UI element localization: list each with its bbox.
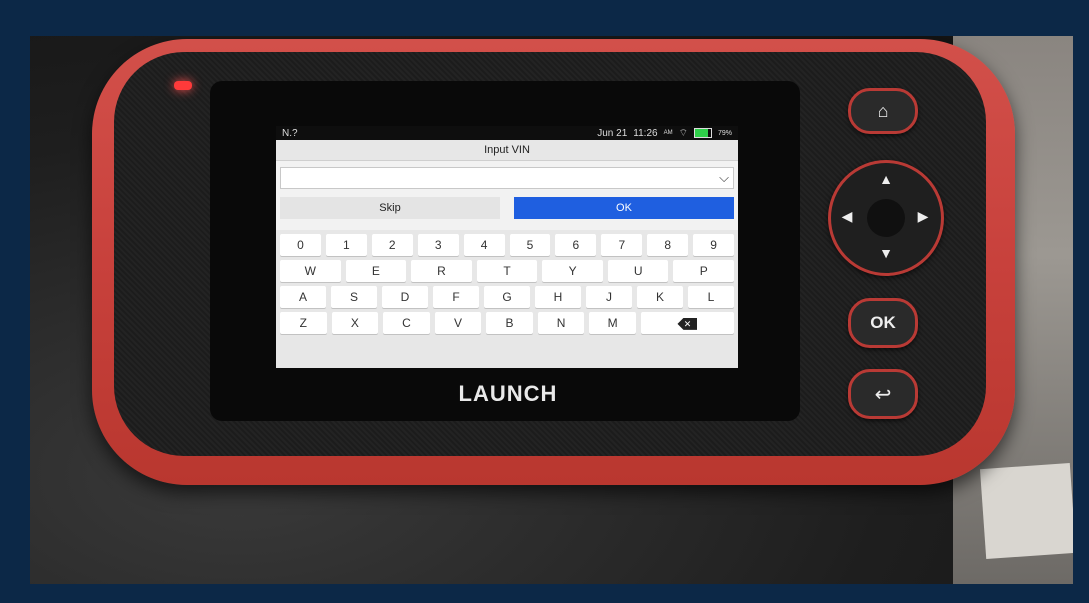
skip-button[interactable]: Skip bbox=[280, 197, 500, 219]
key[interactable]: N bbox=[537, 312, 585, 334]
battery-percent: 79% bbox=[717, 129, 732, 137]
background-paper bbox=[979, 462, 1073, 560]
status-date: Jun 21 bbox=[597, 127, 628, 139]
key[interactable]: H bbox=[535, 286, 581, 308]
key[interactable]: X bbox=[331, 312, 379, 334]
key[interactable]: A bbox=[280, 286, 326, 308]
key[interactable]: C bbox=[383, 312, 430, 334]
key[interactable]: B bbox=[486, 312, 533, 334]
arrow-left-icon[interactable]: ◀ bbox=[837, 208, 857, 225]
key[interactable]: Z bbox=[280, 312, 327, 334]
key[interactable]: P bbox=[673, 260, 735, 282]
keyboard-row-3: A S D F G H J K L bbox=[280, 286, 734, 308]
key[interactable]: 7 bbox=[601, 234, 643, 256]
ok-button[interactable]: OK bbox=[514, 197, 734, 219]
arrow-down-icon[interactable]: ▼ bbox=[876, 245, 896, 261]
key[interactable]: Y bbox=[542, 260, 603, 282]
key[interactable]: 5 bbox=[509, 234, 551, 256]
key[interactable]: 2 bbox=[371, 234, 413, 256]
key[interactable]: T bbox=[476, 260, 538, 282]
arrow-up-icon[interactable]: ▲ bbox=[876, 171, 896, 187]
brand-logo: LAUNCH bbox=[458, 381, 558, 406]
status-left-text: N.? bbox=[282, 127, 298, 139]
device-screen: N.? Jun 21 11:26 AM ⌔ 79% Input VIN ⌵ Sk… bbox=[276, 126, 738, 368]
key[interactable]: K bbox=[637, 286, 683, 308]
on-screen-keyboard: 0 1 2 3 4 5 6 7 8 9 W E R T Y U P A S D … bbox=[276, 230, 738, 368]
key[interactable]: 1 bbox=[325, 234, 367, 256]
home-button[interactable]: ⌂ bbox=[848, 88, 918, 134]
key[interactable]: M bbox=[589, 312, 636, 334]
dialog-title: Input VIN bbox=[276, 140, 738, 161]
key[interactable]: V bbox=[434, 312, 482, 334]
key[interactable]: 6 bbox=[555, 234, 597, 256]
key[interactable]: E bbox=[345, 260, 407, 282]
key[interactable]: 8 bbox=[647, 234, 689, 256]
key[interactable]: 0 bbox=[280, 234, 321, 256]
arrow-right-icon[interactable]: ▶ bbox=[913, 208, 933, 225]
backspace-key[interactable]: ✕ bbox=[640, 312, 735, 334]
keyboard-row-2: W E R T Y U P bbox=[280, 260, 735, 282]
key[interactable]: U bbox=[607, 260, 669, 282]
back-icon: ↩ bbox=[874, 383, 892, 406]
hardware-ok-button[interactable]: OK bbox=[848, 298, 918, 348]
direction-pad[interactable]: ▲ ▼ ◀ ▶ bbox=[828, 160, 944, 276]
vin-field[interactable]: ⌵ bbox=[280, 167, 734, 189]
power-led bbox=[174, 81, 192, 90]
chevron-down-icon[interactable]: ⌵ bbox=[719, 170, 729, 186]
key[interactable]: F bbox=[433, 286, 479, 308]
status-time: 11:26 bbox=[633, 127, 658, 139]
photo-frame: N.? Jun 21 11:26 AM ⌔ 79% Input VIN ⌵ Sk… bbox=[30, 36, 1073, 584]
status-bar: N.? Jun 21 11:26 AM ⌔ 79% bbox=[276, 126, 738, 140]
wifi-icon: ⌔ bbox=[678, 127, 688, 139]
key[interactable]: 9 bbox=[693, 234, 735, 256]
key[interactable]: R bbox=[411, 260, 472, 282]
key[interactable]: G bbox=[484, 286, 530, 308]
status-time-suffix: AM bbox=[663, 130, 673, 136]
key[interactable]: D bbox=[382, 286, 428, 308]
key[interactable]: W bbox=[280, 260, 341, 282]
back-button[interactable]: ↩ bbox=[848, 369, 918, 419]
backspace-icon: ✕ bbox=[677, 317, 698, 330]
key[interactable]: 4 bbox=[463, 234, 505, 256]
key[interactable]: J bbox=[586, 286, 632, 308]
home-icon: ⌂ bbox=[877, 100, 889, 121]
key[interactable]: L bbox=[688, 286, 734, 308]
keyboard-row-4: Z X C V B N M ✕ bbox=[280, 312, 735, 334]
key[interactable]: 3 bbox=[417, 234, 459, 256]
dpad-center[interactable] bbox=[867, 199, 905, 237]
battery-icon bbox=[693, 128, 712, 138]
keyboard-row-1: 0 1 2 3 4 5 6 7 8 9 bbox=[280, 234, 735, 256]
vin-input[interactable] bbox=[281, 171, 720, 185]
key[interactable]: S bbox=[331, 286, 377, 308]
